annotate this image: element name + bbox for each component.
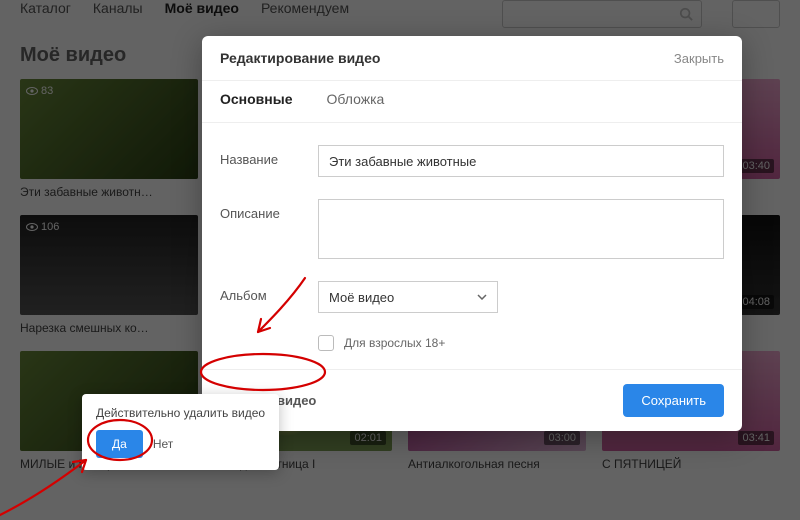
tab-cover[interactable]: Обложка	[327, 91, 385, 122]
name-input[interactable]	[318, 145, 724, 177]
delete-confirm-popover: Действительно удалить видео Да Нет	[82, 394, 279, 470]
edit-video-modal: Редактирование видео Закрыть Основные Об…	[202, 36, 742, 431]
chevron-down-icon	[477, 294, 487, 300]
label-name: Название	[220, 145, 318, 167]
adult-checkbox[interactable]	[318, 335, 334, 351]
modal-header: Редактирование видео Закрыть	[202, 36, 742, 81]
modal-tabs: Основные Обложка	[202, 81, 742, 123]
label-description: Описание	[220, 199, 318, 221]
save-button[interactable]: Сохранить	[623, 384, 724, 417]
description-input[interactable]	[318, 199, 724, 259]
confirm-no-button[interactable]: Нет	[153, 437, 173, 451]
label-album: Альбом	[220, 281, 318, 303]
modal-body: Название Описание Альбом Моё видео Для в…	[202, 123, 742, 369]
confirm-yes-button[interactable]: Да	[96, 430, 143, 458]
adult-label: Для взрослых 18+	[344, 336, 445, 350]
modal-title: Редактирование видео	[220, 50, 380, 66]
album-select-value: Моё видео	[329, 290, 394, 305]
modal-footer: Удалить видео Сохранить	[202, 369, 742, 431]
confirm-text: Действительно удалить видео	[96, 406, 265, 420]
tab-main[interactable]: Основные	[220, 91, 293, 122]
album-select[interactable]: Моё видео	[318, 281, 498, 313]
close-button[interactable]: Закрыть	[674, 51, 724, 66]
